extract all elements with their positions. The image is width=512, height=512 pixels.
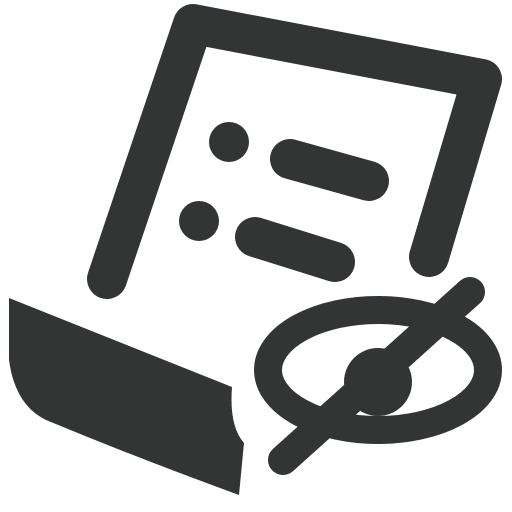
eye-slash-icon: [254, 277, 502, 475]
icon-canvas: [0, 0, 512, 512]
list-line-icon: [235, 139, 389, 282]
scroll-curl-icon: [9, 298, 244, 495]
list-bullet-icon: [179, 122, 249, 241]
hidden-document-list-icon: [9, 4, 502, 495]
